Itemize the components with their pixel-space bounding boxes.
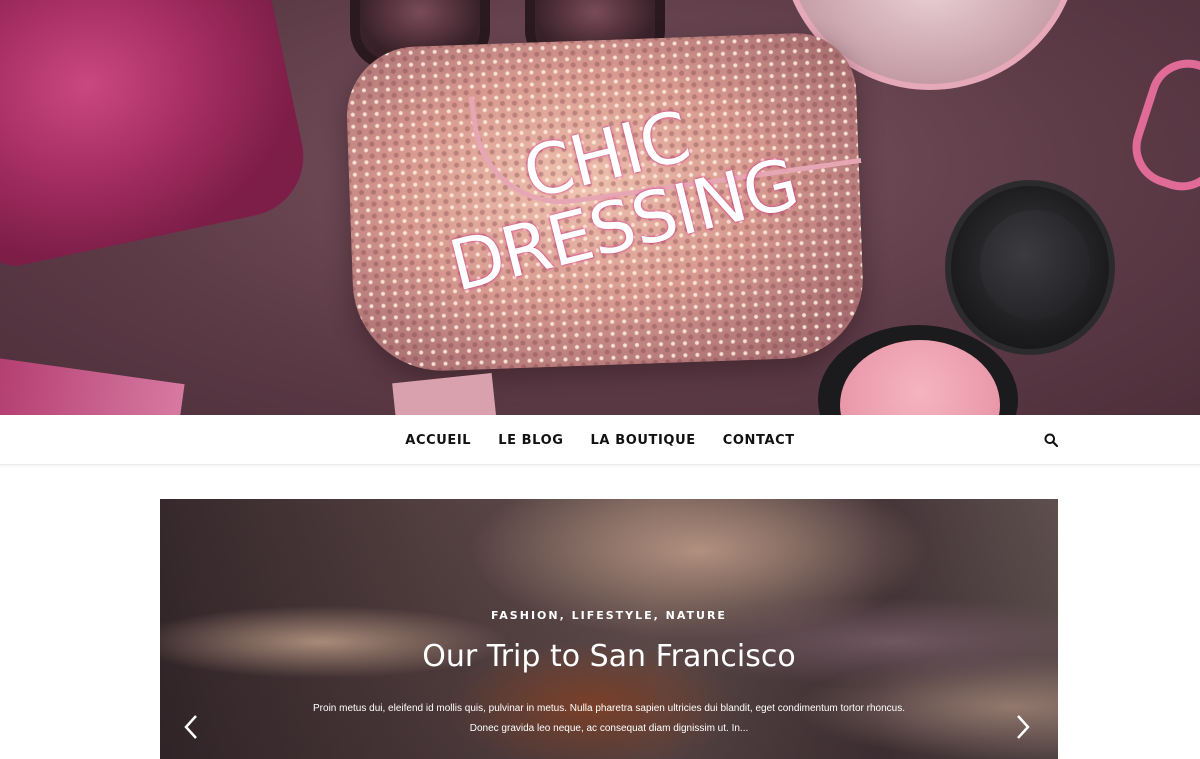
- ribbon-decoration: [1122, 49, 1200, 201]
- nav-item-accueil[interactable]: ACCUEIL: [405, 433, 471, 448]
- compact-mirror: [980, 210, 1090, 320]
- slide-excerpt: Proin metus dui, eleifend id mollis quis…: [313, 703, 905, 734]
- chevron-right-icon[interactable]: [1012, 712, 1034, 742]
- nav-item-le-blog[interactable]: LE BLOG: [498, 433, 563, 448]
- header-banner: CHIC DRESSING: [0, 0, 1200, 415]
- main-navigation: ACCUEIL LE BLOG LA BOUTIQUE CONTACT: [0, 415, 1200, 465]
- velvet-fabric-decoration: [0, 0, 315, 272]
- slide-title[interactable]: Our Trip to San Francisco: [160, 639, 1058, 674]
- nav-item-contact[interactable]: CONTACT: [723, 433, 795, 448]
- fabric-decoration: [0, 356, 185, 415]
- slide-categories[interactable]: FASHION, LIFESTYLE, NATURE: [160, 609, 1058, 622]
- search-icon[interactable]: [1044, 433, 1059, 448]
- nav-menu: ACCUEIL LE BLOG LA BOUTIQUE CONTACT: [0, 415, 1200, 465]
- chevron-left-icon[interactable]: [180, 712, 202, 742]
- pink-box-decoration: [392, 372, 498, 415]
- featured-slider[interactable]: FASHION, LIFESTYLE, NATURE Our Trip to S…: [160, 499, 1058, 759]
- nav-item-la-boutique[interactable]: LA BOUTIQUE: [591, 433, 696, 448]
